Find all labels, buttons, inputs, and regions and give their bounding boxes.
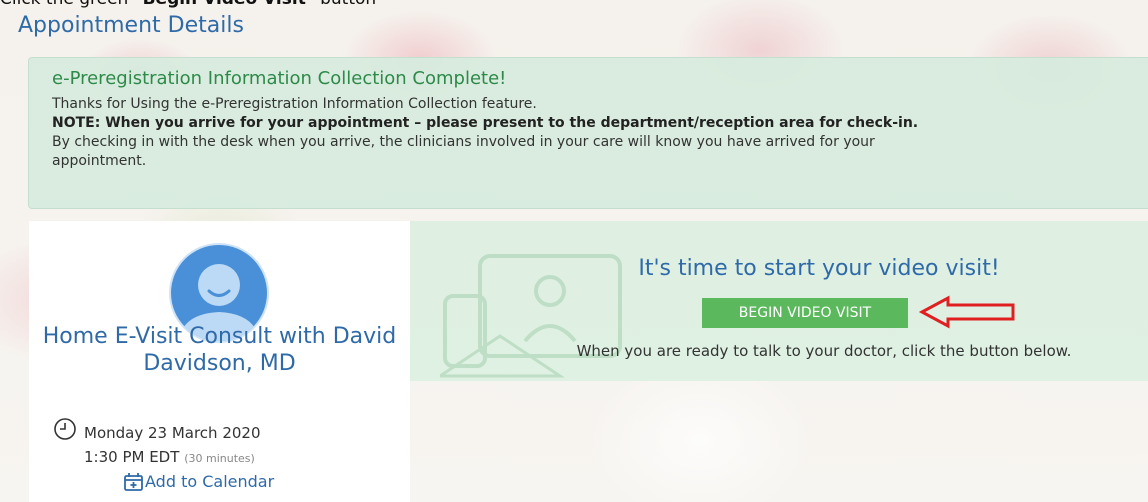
instruction-caption: Click the green "Begin Video Visit" butt… (0, 0, 376, 9)
alert-title: e-Preregistration Information Collection… (52, 68, 507, 89)
video-visit-hint: When you are ready to talk to your docto… (576, 342, 1072, 360)
appointment-time-row: 1:30 PM EDT (30 minutes) (84, 448, 255, 466)
appointment-duration: (30 minutes) (184, 452, 255, 465)
appointment-date: Monday 23 March 2020 (84, 424, 261, 442)
page-title: Appointment Details (18, 13, 244, 38)
alert-text-thanks: Thanks for Using the e-Preregistration I… (52, 96, 537, 112)
preregistration-alert: e-Preregistration Information Collection… (28, 57, 1148, 209)
appointment-title: Home E-Visit Consult with David Davidson… (42, 324, 397, 376)
add-to-calendar-link[interactable]: Add to Calendar (145, 472, 274, 491)
alert-text-note: NOTE: When you arrive for your appointme… (52, 115, 919, 131)
alert-text-appointment: appointment. (52, 153, 147, 169)
instruction-suffix: button (315, 0, 376, 9)
begin-video-visit-button[interactable]: BEGIN VIDEO VISIT (702, 298, 908, 328)
appointment-card: Home E-Visit Consult with David Davidson… (29, 221, 410, 502)
video-visit-panel: It's time to start your video visit! BEG… (410, 221, 1148, 381)
clock-icon (54, 418, 76, 440)
red-arrow-icon (918, 295, 1015, 329)
alert-text-checkin: By checking in with the desk when you ar… (52, 134, 875, 150)
video-visit-heading: It's time to start your video visit! (638, 256, 1000, 281)
calendar-add-icon[interactable] (123, 472, 145, 492)
instruction-emphasis: "Begin Video Visit" (134, 0, 315, 9)
instruction-prefix: Click the green (0, 0, 134, 9)
appointment-time: 1:30 PM EDT (84, 448, 180, 466)
